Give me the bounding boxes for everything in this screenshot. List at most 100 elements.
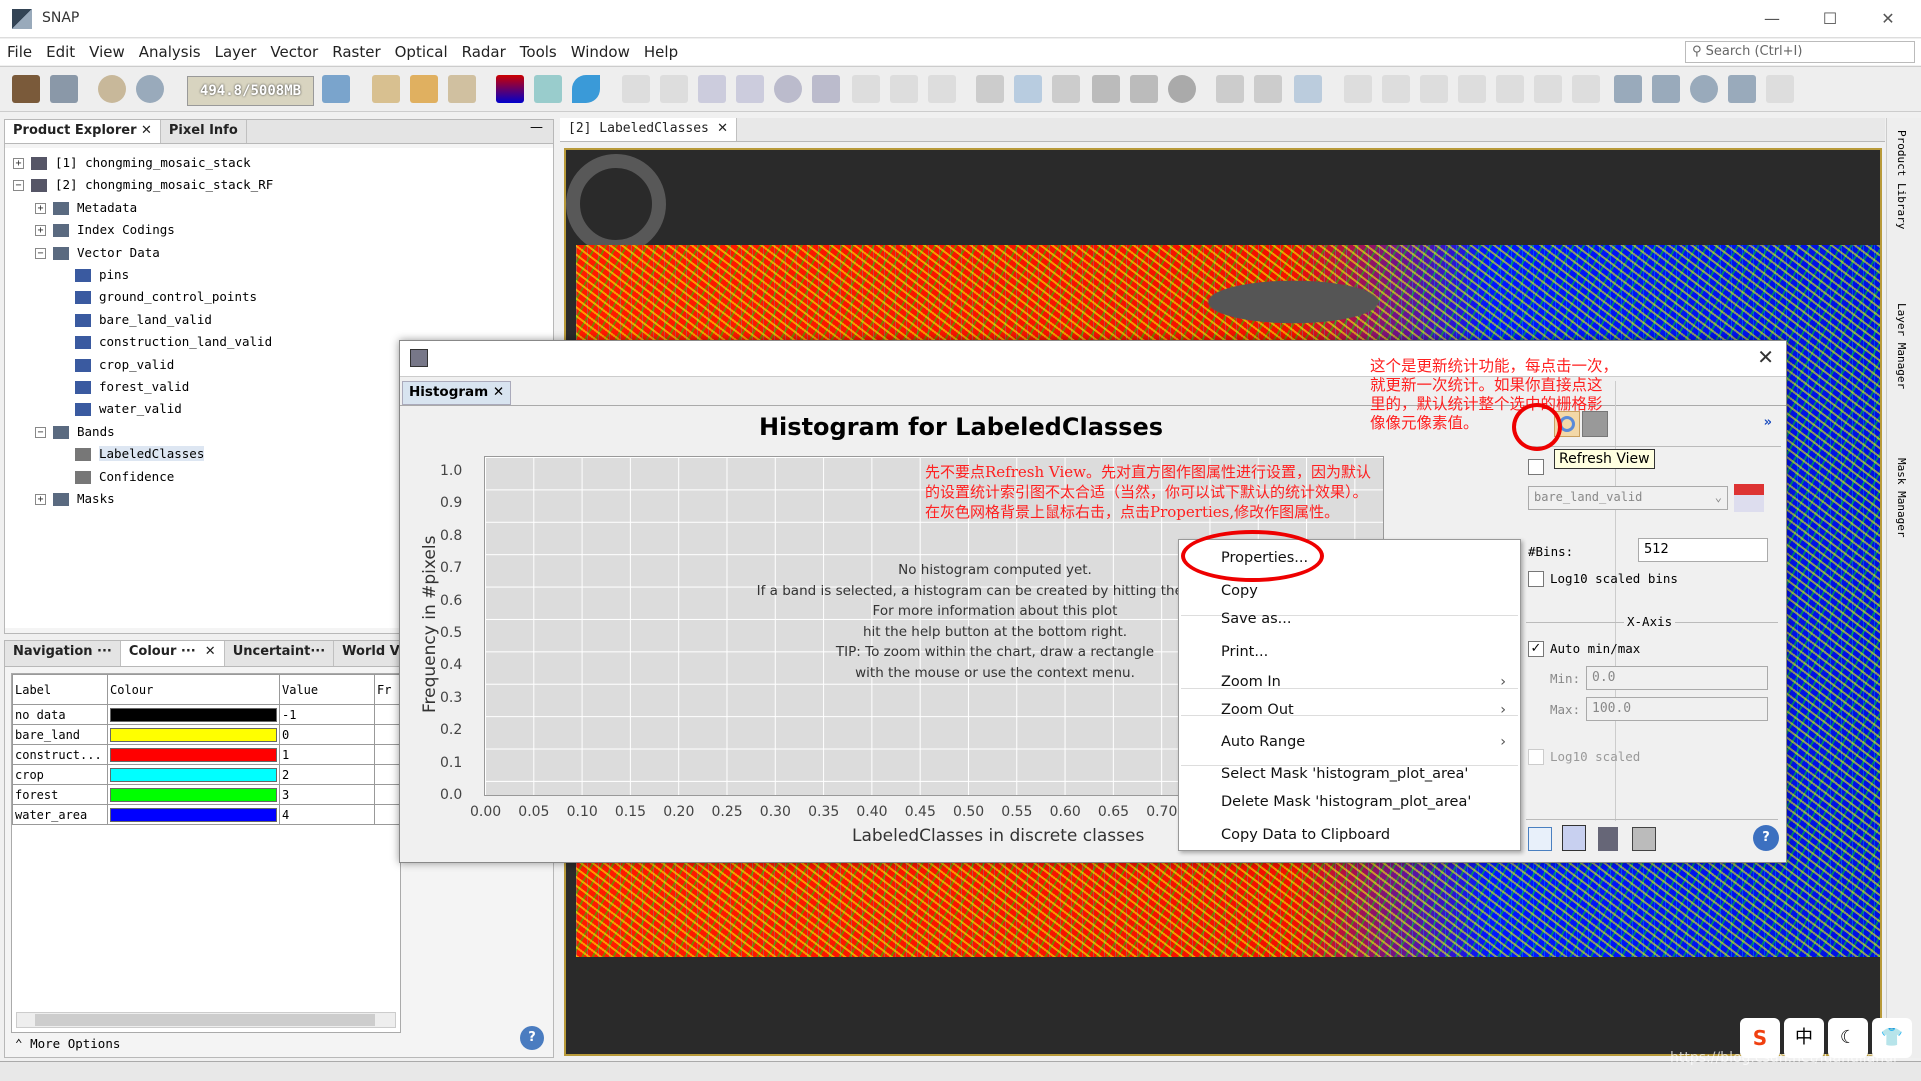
ellipse-tool-icon[interactable] [1690, 75, 1718, 103]
maximize-button[interactable]: ☐ [1810, 6, 1850, 32]
polyline-tool-icon[interactable] [1572, 75, 1600, 103]
tree-expander[interactable]: + [13, 158, 24, 169]
pin-tool-icon[interactable] [1458, 75, 1486, 103]
row-colour[interactable] [107, 724, 280, 745]
pin-manager-icon[interactable] [1092, 75, 1120, 103]
context-menu-item[interactable]: Auto Range [1221, 730, 1305, 754]
tree-item[interactable]: bare_land_valid [75, 309, 212, 331]
tab-navigation[interactable]: Navigation ··· [5, 641, 121, 666]
row-colour[interactable] [107, 744, 280, 765]
minimize-panel-button[interactable]: — [520, 120, 553, 143]
colour-table-row[interactable]: no data -1 [12, 704, 400, 725]
range-finder-icon[interactable] [1766, 75, 1794, 103]
tile-vertical-icon[interactable] [1294, 75, 1322, 103]
context-menu-item[interactable]: Zoom In [1221, 670, 1281, 694]
wave-icon[interactable] [572, 75, 600, 103]
profile-plot-icon[interactable] [622, 75, 650, 103]
colour-swatch[interactable] [110, 707, 277, 722]
menu-layer[interactable]: Layer [208, 39, 264, 65]
search-input[interactable]: ⚲ Search (Ctrl+I) [1685, 41, 1915, 63]
mask-manager-tab[interactable]: Mask Manager [1895, 458, 1908, 537]
layer-manager-tab[interactable]: Layer Manager [1895, 303, 1908, 389]
menu-vector[interactable]: Vector [263, 39, 325, 65]
tree-expander[interactable]: + [35, 225, 46, 237]
print-icon[interactable] [1632, 827, 1656, 851]
tree-item[interactable]: LabeledClasses [75, 443, 205, 465]
tree-item[interactable]: [1] chongming_mosaic_stack [31, 152, 251, 174]
new-product-icon[interactable] [372, 75, 400, 103]
tree-item[interactable]: construction_land_valid [75, 331, 272, 353]
open-product-icon[interactable] [12, 75, 40, 103]
plot-icon[interactable] [852, 75, 880, 103]
colour-table-row[interactable]: construct... 1 [12, 744, 400, 765]
log10-bins-checkbox[interactable] [1528, 571, 1544, 587]
new-vector-icon[interactable] [1728, 75, 1756, 103]
tree-item[interactable]: Vector Data [53, 242, 160, 264]
tree-item[interactable]: water_valid [75, 398, 182, 420]
navigation-control-icon[interactable] [566, 154, 666, 254]
min-input[interactable]: 0.0 [1586, 666, 1768, 690]
add-band-icon[interactable] [410, 75, 438, 103]
colour-table-row[interactable]: forest 3 [12, 784, 400, 805]
gc-icon[interactable] [322, 75, 350, 103]
colour-swatch[interactable] [110, 727, 277, 742]
colour-table-row[interactable]: water_area 4 [12, 804, 400, 825]
row-value[interactable]: 2 [279, 764, 375, 785]
tree-item[interactable]: [2] chongming_mosaic_stack_RF [31, 174, 273, 196]
header-frequency[interactable]: Fr [374, 674, 400, 705]
export-icon[interactable] [1598, 827, 1618, 851]
sync-icon[interactable] [1216, 75, 1244, 103]
mask-manager-icon[interactable] [1734, 484, 1764, 512]
colour-table-row[interactable]: crop 2 [12, 764, 400, 785]
help-icon[interactable]: ? [1753, 825, 1779, 851]
tree-item[interactable]: Metadata [53, 197, 137, 219]
rectangle-tool-icon[interactable] [1614, 75, 1642, 103]
minimize-button[interactable]: — [1752, 6, 1792, 32]
header-colour[interactable]: Colour [107, 674, 280, 705]
tab-labeledclasses[interactable]: [2] LabeledClasses ✕ [560, 118, 738, 141]
context-menu-item[interactable]: Print... [1221, 640, 1268, 664]
histogram-icon[interactable] [736, 75, 764, 103]
row-value[interactable]: 4 [279, 804, 375, 825]
context-menu-item[interactable]: Copy [1221, 579, 1258, 603]
mask-icon[interactable] [1168, 75, 1196, 103]
horizontal-scrollbar[interactable] [16, 1012, 396, 1028]
tree-item[interactable]: ground_control_points [75, 286, 257, 308]
edit-properties-icon[interactable] [1562, 825, 1586, 851]
colour-table-row[interactable]: bare_land 0 [12, 724, 400, 745]
tree-item[interactable]: Confidence [75, 466, 174, 488]
tree-expander[interactable]: + [35, 494, 46, 505]
overlay-icon[interactable] [976, 75, 1004, 103]
menu-radar[interactable]: Radar [455, 39, 513, 65]
undo-icon[interactable] [98, 75, 126, 103]
help-icon[interactable]: ? [520, 1026, 544, 1050]
tree-expander[interactable]: + [35, 202, 46, 214]
tree-item[interactable]: forest_valid [75, 376, 189, 398]
menu-tools[interactable]: Tools [513, 39, 564, 65]
context-menu-item[interactable]: Select Mask 'histogram_plot_area' [1221, 762, 1468, 786]
memory-indicator[interactable]: 494.8/5008MB [187, 76, 314, 106]
scatter-plot-icon[interactable] [660, 75, 688, 103]
row-value[interactable]: -1 [279, 704, 375, 725]
redo-icon[interactable] [136, 75, 164, 103]
tab-product-explorer[interactable]: Product Explorer ✕ [5, 120, 161, 143]
band-maths-icon[interactable] [448, 75, 476, 103]
spectrum-icon[interactable] [698, 75, 726, 103]
row-colour[interactable] [107, 804, 280, 825]
information-icon[interactable] [774, 75, 802, 103]
context-menu-item[interactable]: Delete Mask 'histogram_plot_area' [1221, 790, 1471, 814]
menu-view[interactable]: View [82, 39, 132, 65]
row-colour[interactable] [107, 784, 280, 805]
tab-histogram[interactable]: Histogram ✕ [402, 381, 512, 405]
row-value[interactable]: 1 [279, 744, 375, 765]
close-window-button[interactable]: ✕ [1868, 6, 1908, 32]
save-product-icon[interactable] [50, 75, 78, 103]
menu-edit[interactable]: Edit [39, 39, 82, 65]
tree-expander[interactable]: − [35, 426, 46, 438]
menu-raster[interactable]: Raster [325, 39, 387, 65]
tree-expander[interactable]: − [35, 247, 46, 259]
menu-optical[interactable]: Optical [388, 39, 455, 65]
colour-swatch[interactable] [110, 807, 277, 822]
windows-icon[interactable] [534, 75, 562, 103]
colour-swatch[interactable] [110, 767, 277, 782]
